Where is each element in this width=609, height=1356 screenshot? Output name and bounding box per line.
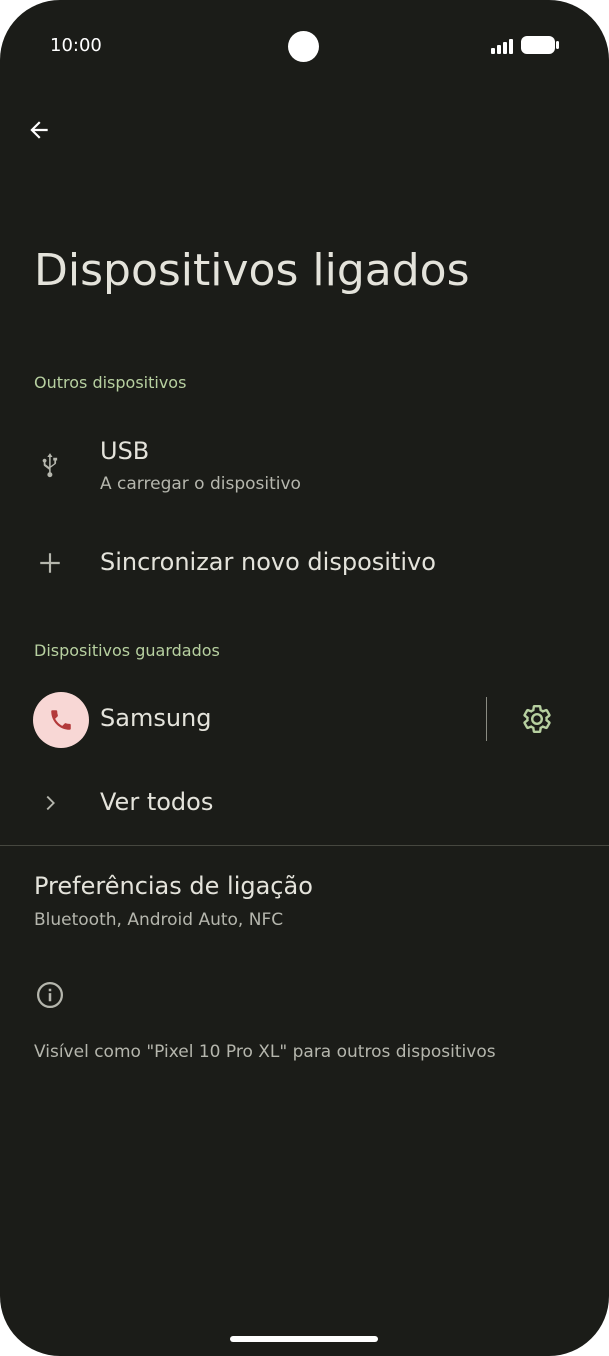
usb-title: USB [100, 437, 150, 465]
arrow-back-icon [30, 121, 48, 139]
connection-preferences-subtitle: Bluetooth, Android Auto, NFC [34, 910, 284, 930]
gear-icon [523, 705, 551, 733]
info-icon [34, 979, 66, 1011]
section-divider [0, 845, 609, 846]
vertical-divider [486, 697, 487, 741]
plus-icon [34, 547, 66, 579]
see-all-label: Ver todos [100, 788, 214, 816]
battery-icon [521, 36, 559, 54]
phone-icon [51, 710, 71, 730]
device-settings-button[interactable] [518, 700, 556, 738]
phone-screen: 10:00 Dispositivos ligados Outros dispos… [0, 0, 609, 1356]
home-gesture-bar[interactable] [230, 1336, 378, 1342]
usb-icon [34, 448, 66, 480]
signal-icon [491, 39, 513, 54]
saved-device-name: Samsung [100, 704, 212, 732]
page-title: Dispositivos ligados [34, 245, 470, 296]
visibility-info-text: Visível como "Pixel 10 Pro XL" para outr… [34, 1042, 496, 1062]
usb-subtitle: A carregar o dispositivo [100, 474, 301, 494]
section-header-other-devices: Outros dispositivos [34, 373, 187, 392]
status-time: 10:00 [50, 35, 102, 56]
back-button[interactable] [22, 113, 56, 147]
chevron-right-icon [34, 787, 66, 819]
pair-new-device-label: Sincronizar novo dispositivo [100, 548, 436, 576]
connection-preferences-title: Preferências de ligação [34, 872, 313, 900]
device-avatar [33, 692, 89, 748]
section-header-saved-devices: Dispositivos guardados [34, 641, 220, 660]
front-camera [288, 31, 319, 62]
